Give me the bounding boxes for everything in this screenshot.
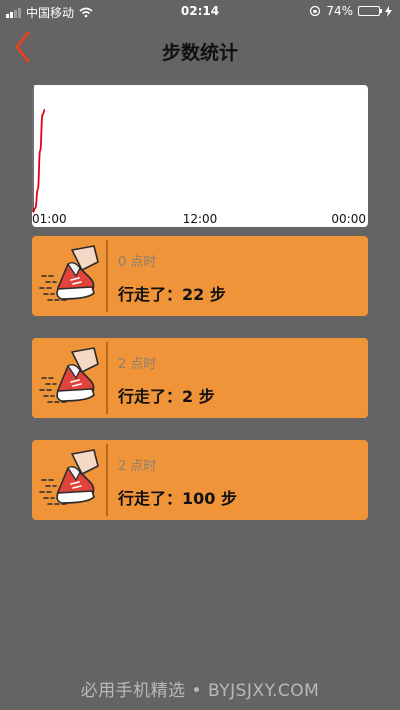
running-shoe-icon bbox=[38, 242, 106, 310]
battery-percent: 74% bbox=[326, 4, 353, 18]
hour-label: 2 点时 bbox=[118, 357, 157, 372]
rotation-lock-icon bbox=[310, 5, 321, 17]
running-shoe-icon bbox=[38, 344, 106, 412]
card-divider bbox=[106, 342, 108, 414]
x-tick-label: 12:00 bbox=[182, 212, 218, 226]
steps-text: 行走了：100 步 bbox=[118, 489, 237, 508]
step-chart: 01:00 12:00 00:00 bbox=[32, 85, 368, 227]
step-series-line bbox=[32, 108, 46, 213]
chart-plot bbox=[32, 85, 46, 213]
running-shoe-icon bbox=[38, 446, 106, 514]
hour-label: 2 点时 bbox=[118, 459, 157, 474]
x-tick-label: 00:00 bbox=[331, 212, 366, 226]
step-record-card[interactable]: 2 点时 行走了：2 步 bbox=[32, 338, 368, 418]
hour-label: 0 点时 bbox=[118, 255, 157, 270]
step-record-card[interactable]: 2 点时 行走了：100 步 bbox=[32, 440, 368, 520]
charging-icon bbox=[385, 5, 392, 17]
page-title: 步数统计 bbox=[161, 42, 238, 64]
steps-text: 行走了：22 步 bbox=[118, 285, 226, 304]
step-record-card[interactable]: 0 点时 行走了：22 步 bbox=[32, 236, 368, 316]
status-right: 74% bbox=[309, 4, 392, 18]
watermark: 必用手机精选 • BYJSJXY.COM bbox=[80, 681, 320, 701]
nav-bar: 步数统计 bbox=[0, 22, 400, 78]
card-divider bbox=[106, 240, 108, 312]
steps-text: 行走了：2 步 bbox=[118, 387, 215, 406]
status-bar: 中国移动 02:14 74% bbox=[0, 0, 400, 22]
card-divider bbox=[106, 444, 108, 516]
battery-icon bbox=[358, 6, 382, 16]
